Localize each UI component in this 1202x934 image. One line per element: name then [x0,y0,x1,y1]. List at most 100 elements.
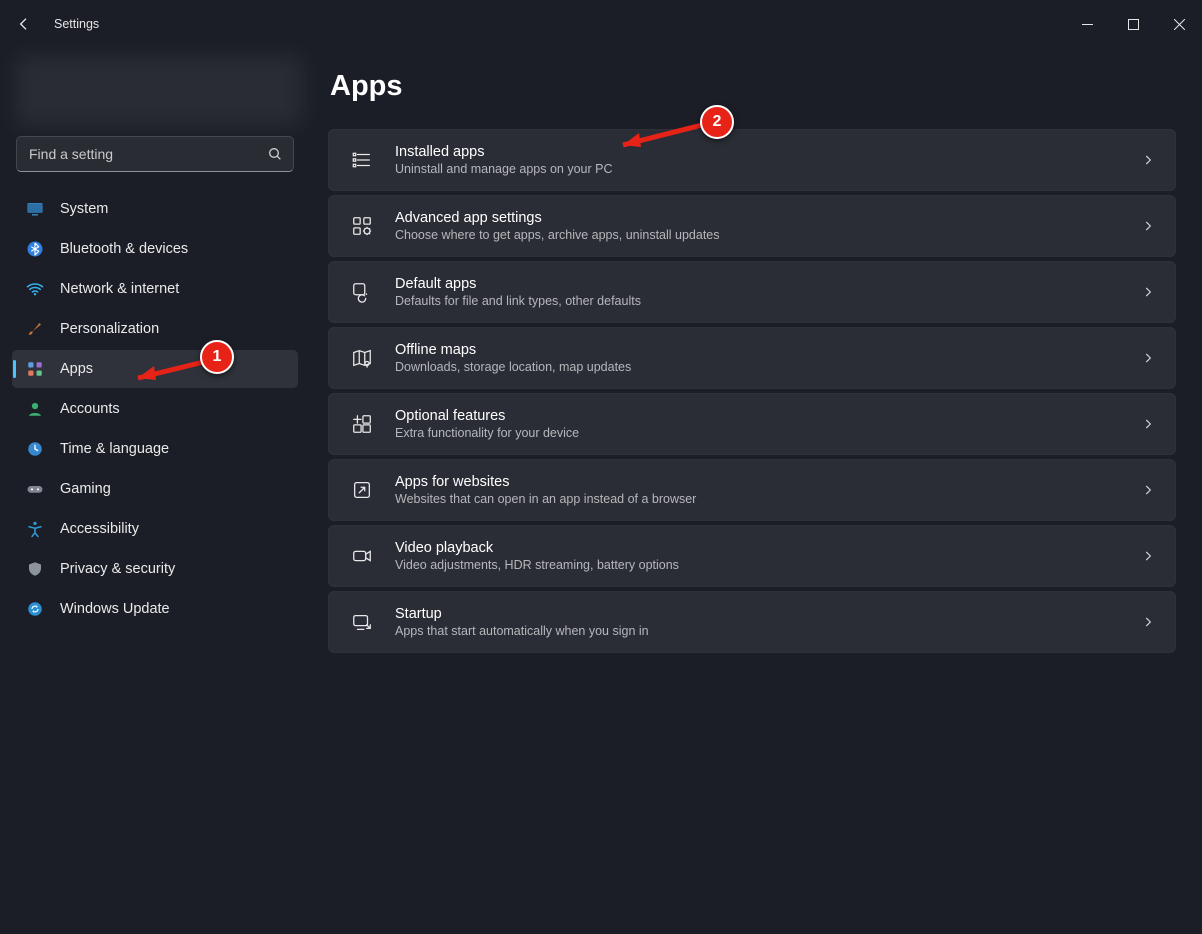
sidebar-item-label: Network & internet [60,281,179,297]
minimize-icon [1082,19,1093,30]
card-installed-apps[interactable]: Installed apps Uninstall and manage apps… [328,129,1176,191]
chevron-right-icon [1141,417,1155,431]
minimize-button[interactable] [1064,8,1110,40]
card-desc: Defaults for file and link types, other … [395,294,1119,308]
sidebar-item-accessibility[interactable]: Accessibility [12,510,298,548]
sidebar-item-label: Gaming [60,481,111,497]
sidebar-item-label: Time & language [60,441,169,457]
display-icon [26,200,44,218]
sidebar-item-update[interactable]: Windows Update [12,590,298,628]
card-texts: Apps for websites Websites that can open… [395,474,1119,506]
card-default-apps[interactable]: Default apps Defaults for file and link … [328,261,1176,323]
sidebar-item-network[interactable]: Network & internet [12,270,298,308]
card-desc: Websites that can open in an app instead… [395,492,1119,506]
window-controls [1064,8,1202,40]
video-icon [351,545,373,567]
window-body: System Bluetooth & devices Network & int… [0,48,1202,934]
card-advanced-app-settings[interactable]: Advanced app settings Choose where to ge… [328,195,1176,257]
default-apps-icon [351,281,373,303]
sidebar-item-label: Accounts [60,401,120,417]
profile-blurred [16,56,302,126]
content: Apps Installed apps Uninstall and manage… [310,48,1202,934]
titlebar: Settings [0,0,1202,48]
plus-grid-icon [351,413,373,435]
card-texts: Installed apps Uninstall and manage apps… [395,144,1119,176]
shield-icon [26,560,44,578]
sidebar-item-system[interactable]: System [12,190,298,228]
gamepad-icon [26,480,44,498]
sidebar-item-personalization[interactable]: Personalization [12,310,298,348]
chevron-right-icon [1141,219,1155,233]
sidebar: System Bluetooth & devices Network & int… [0,48,310,934]
wifi-icon [26,280,44,298]
sidebar-item-gaming[interactable]: Gaming [12,470,298,508]
card-desc: Video adjustments, HDR streaming, batter… [395,558,1119,572]
card-title: Optional features [395,408,1119,424]
card-texts: Video playback Video adjustments, HDR st… [395,540,1119,572]
titlebar-left: Settings [12,12,99,36]
settings-window: Settings [0,0,1202,934]
sidebar-item-label: Bluetooth & devices [60,241,188,257]
chevron-right-icon [1141,153,1155,167]
card-title: Installed apps [395,144,1119,160]
card-desc: Apps that start automatically when you s… [395,624,1119,638]
sidebar-item-label: Accessibility [60,521,139,537]
chevron-right-icon [1141,615,1155,629]
clock-icon [26,440,44,458]
sidebar-item-label: Windows Update [60,601,170,617]
card-offline-maps[interactable]: Offline maps Downloads, storage location… [328,327,1176,389]
sidebar-item-label: Apps [60,361,93,377]
chevron-right-icon [1141,549,1155,563]
sidebar-item-accounts[interactable]: Accounts [12,390,298,428]
card-apps-for-websites[interactable]: Apps for websites Websites that can open… [328,459,1176,521]
maximize-icon [1128,19,1139,30]
search-box[interactable] [16,136,294,172]
startup-icon [351,611,373,633]
window-title: Settings [54,17,99,31]
card-title: Default apps [395,276,1119,292]
card-title: Advanced app settings [395,210,1119,226]
page-title: Apps [330,70,1176,103]
person-icon [26,400,44,418]
card-title: Video playback [395,540,1119,556]
card-texts: Advanced app settings Choose where to ge… [395,210,1119,242]
accessibility-icon [26,520,44,538]
card-desc: Extra functionality for your device [395,426,1119,440]
card-startup[interactable]: Startup Apps that start automatically wh… [328,591,1176,653]
brush-icon [26,320,44,338]
chevron-right-icon [1141,483,1155,497]
search-icon [267,146,283,162]
sidebar-item-bluetooth[interactable]: Bluetooth & devices [12,230,298,268]
card-title: Offline maps [395,342,1119,358]
close-button[interactable] [1156,8,1202,40]
card-video-playback[interactable]: Video playback Video adjustments, HDR st… [328,525,1176,587]
chevron-right-icon [1141,285,1155,299]
sidebar-nav: System Bluetooth & devices Network & int… [8,190,302,628]
card-title: Apps for websites [395,474,1119,490]
sidebar-item-label: Personalization [60,321,159,337]
chevron-right-icon [1141,351,1155,365]
apps-gear-icon [351,215,373,237]
card-desc: Downloads, storage location, map updates [395,360,1119,374]
maximize-button[interactable] [1110,8,1156,40]
sidebar-item-privacy[interactable]: Privacy & security [12,550,298,588]
open-app-icon [351,479,373,501]
close-icon [1174,19,1185,30]
search-input[interactable] [27,145,267,163]
card-optional-features[interactable]: Optional features Extra functionality fo… [328,393,1176,455]
card-texts: Offline maps Downloads, storage location… [395,342,1119,374]
card-desc: Uninstall and manage apps on your PC [395,162,1119,176]
sidebar-item-apps[interactable]: Apps [12,350,298,388]
card-texts: Default apps Defaults for file and link … [395,276,1119,308]
arrow-left-icon [16,16,32,32]
sidebar-item-label: System [60,201,108,217]
card-title: Startup [395,606,1119,622]
map-icon [351,347,373,369]
sidebar-item-time[interactable]: Time & language [12,430,298,468]
list-icon [351,149,373,171]
card-desc: Choose where to get apps, archive apps, … [395,228,1119,242]
bluetooth-icon [26,240,44,258]
apps-icon [26,360,44,378]
back-button[interactable] [12,12,36,36]
update-icon [26,600,44,618]
